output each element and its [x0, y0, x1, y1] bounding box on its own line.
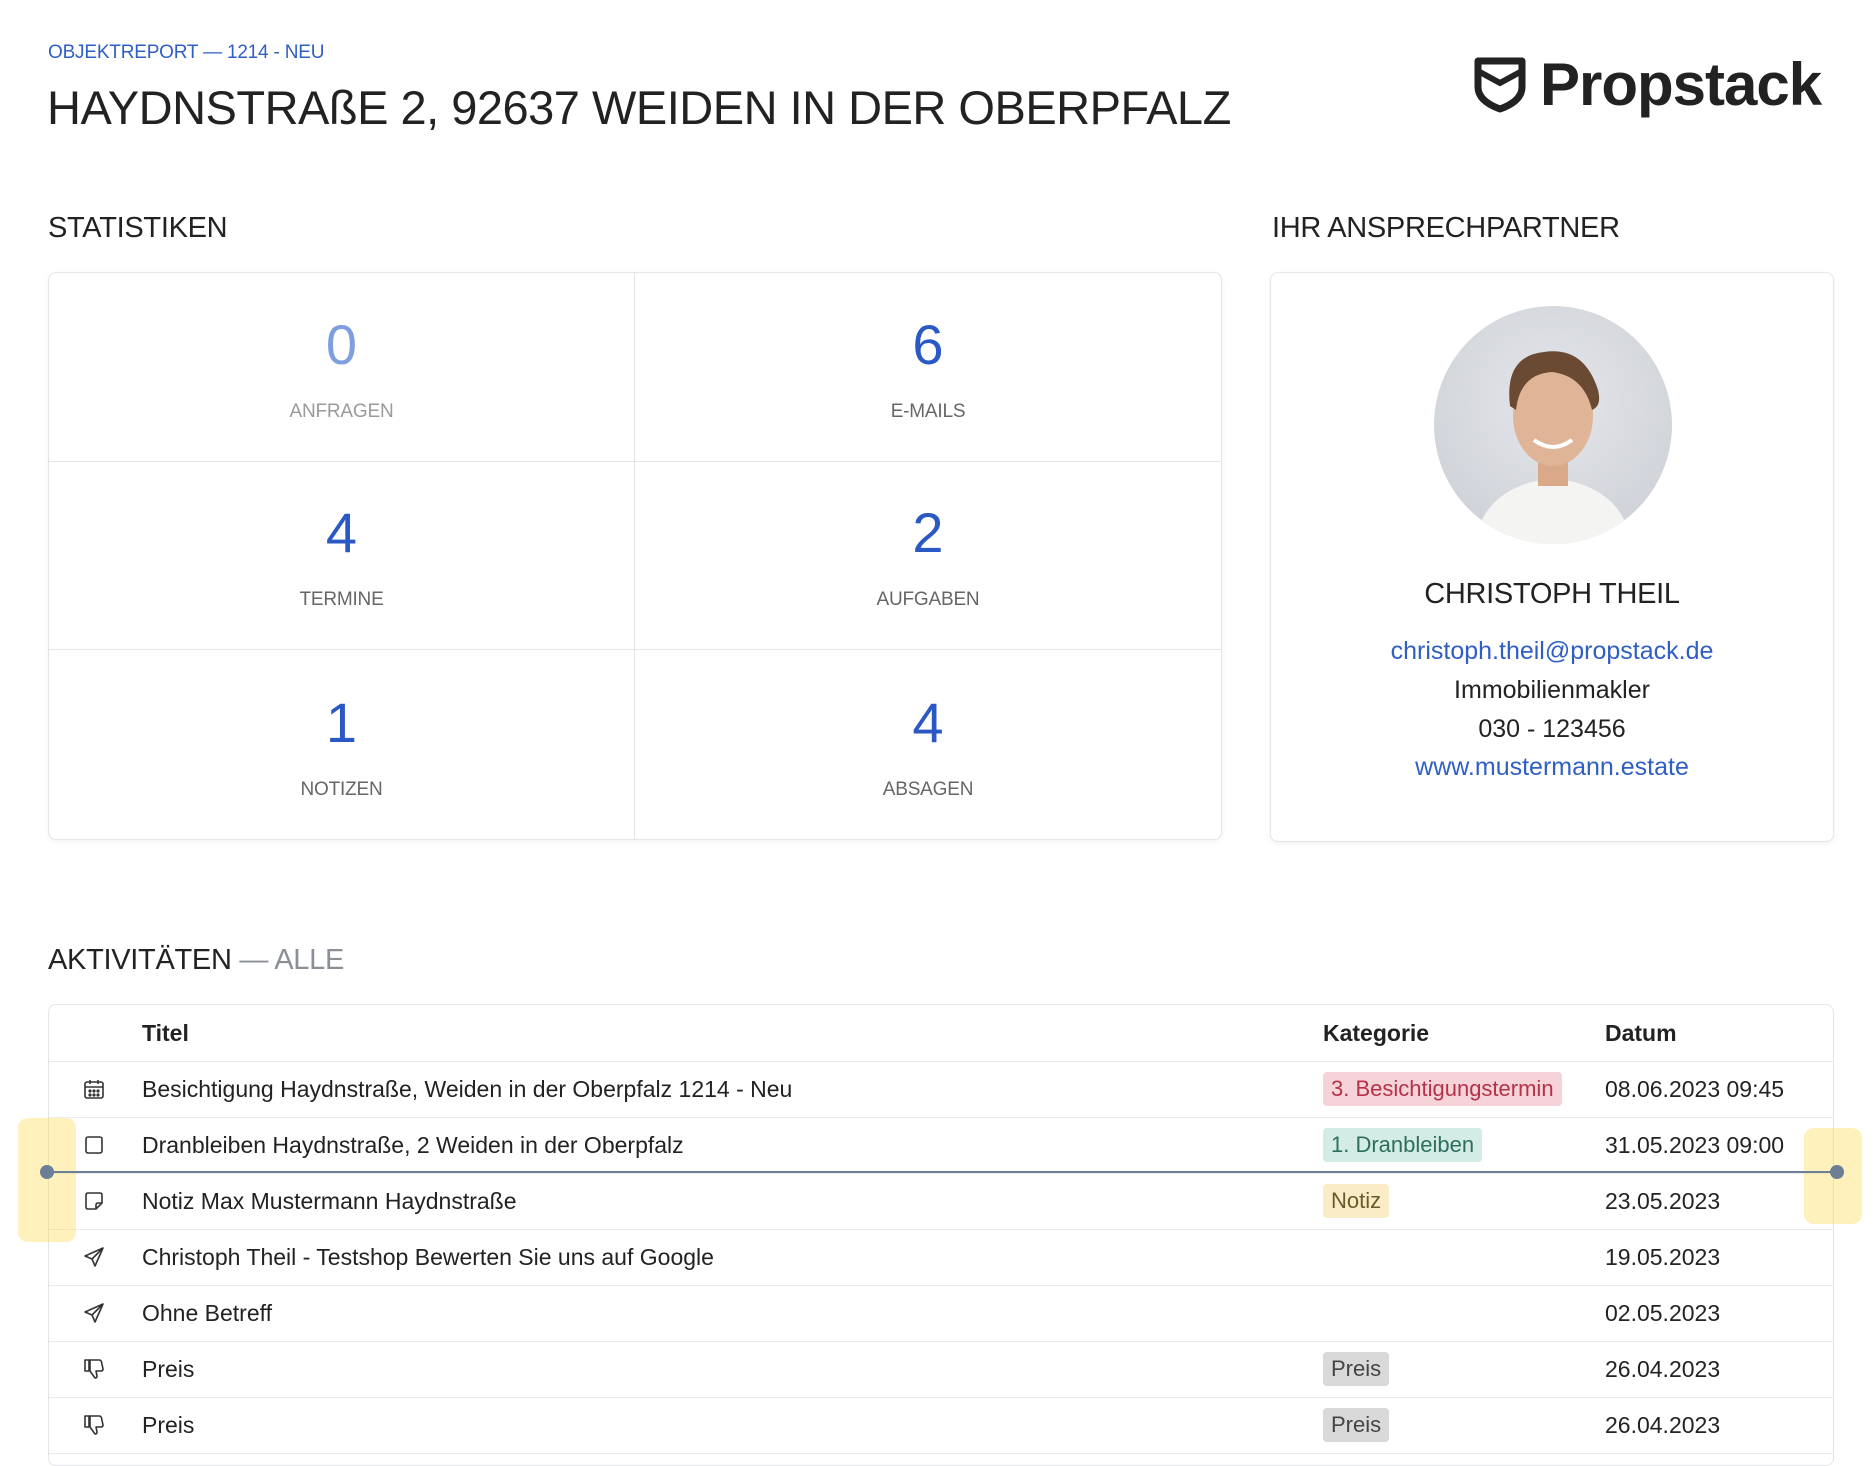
- stats-card: 0 ANFRAGEN 6 E-MAILS 4 TERMINE 2 AUFGABE…: [48, 272, 1222, 840]
- table-row[interactable]: Preis Preis 26.04.2023: [49, 1397, 1833, 1454]
- row-title: Besichtigung Haydnstraße, Weiden in der …: [142, 1075, 793, 1102]
- row-date: 02.05.2023: [1605, 1299, 1721, 1326]
- contact-card: CHRISTOPH THEIL christoph.theil@propstac…: [1270, 272, 1834, 842]
- row-date: 26.04.2023: [1605, 1355, 1721, 1382]
- table-header: Titel Kategorie Datum: [49, 1005, 1833, 1062]
- stat-value: 2: [912, 501, 944, 565]
- stat-value: 4: [325, 501, 358, 565]
- stat-label: AUFGABEN: [876, 589, 980, 611]
- stat-value: 4: [912, 690, 944, 754]
- page-title: HAYDNSTRAßE 2, 92637 WEIDEN IN DER OBERP…: [47, 81, 1231, 134]
- table-row[interactable]: Christoph Theil - Testshop Bewerten Sie …: [49, 1229, 1833, 1286]
- stat-termine: 4 TERMINE: [49, 461, 635, 651]
- drop-indicator-line: [46, 1171, 1832, 1173]
- row-date: 31.05.2023 09:00: [1605, 1131, 1785, 1158]
- column-title: Titel: [142, 1019, 189, 1046]
- drag-handle-highlight-left: [18, 1118, 76, 1242]
- avatar: [1434, 306, 1672, 544]
- stat-absagen: 4 ABSAGEN: [635, 650, 1221, 839]
- category-badge: Preis: [1323, 1408, 1390, 1442]
- table-row[interactable]: Besichtigung Haydnstraße, Weiden in der …: [49, 1061, 1833, 1118]
- stat-aufgaben: 2 AUFGABEN: [635, 462, 1221, 651]
- stat-value: 6: [912, 312, 944, 376]
- stat-value: 0: [325, 312, 358, 376]
- row-title: Ohne Betreff: [142, 1299, 272, 1326]
- activities-heading: AKTIVITÄTEN — ALLE: [48, 944, 344, 977]
- contact-heading: IHR ANSPRECHPARTNER: [1272, 212, 1620, 244]
- stat-label: ABSAGEN: [882, 778, 974, 800]
- send-icon: [77, 1285, 111, 1341]
- stats-heading: STATISTIKEN: [48, 212, 228, 244]
- table-row[interactable]: Preis Preis 26.04.2023: [49, 1341, 1833, 1398]
- propstack-logo: Propstack: [1472, 50, 1822, 119]
- row-date: 23.05.2023: [1605, 1187, 1721, 1214]
- stat-label: E-MAILS: [890, 400, 966, 422]
- contact-email-link[interactable]: christoph.theil@propstack.de: [1271, 637, 1833, 666]
- report-subtitle: OBJEKTREPORT — 1214 - NEU: [48, 42, 325, 63]
- row-date: 26.04.2023: [1605, 1411, 1721, 1438]
- row-category: Preis: [1323, 1397, 1390, 1453]
- column-date: Datum: [1605, 1019, 1677, 1046]
- row-category: Notiz: [1323, 1173, 1390, 1229]
- stat-label: NOTIZEN: [300, 778, 383, 800]
- stat-label: TERMINE: [299, 589, 384, 611]
- table-row[interactable]: Ohne Betreff 02.05.2023: [49, 1285, 1833, 1342]
- stat-notizen: 1 NOTIZEN: [49, 650, 635, 839]
- row-category: 1. Dranbleiben: [1323, 1117, 1483, 1173]
- row-title: Notiz Max Mustermann Haydnstraße: [142, 1187, 517, 1214]
- row-title: Dranbleiben Haydnstraße, 2 Weiden in der…: [142, 1131, 684, 1158]
- person-photo-icon: [1474, 351, 1632, 544]
- stat-emails: 6 E-MAILS: [635, 273, 1221, 462]
- row-date: 08.06.2023 09:45: [1605, 1075, 1785, 1102]
- contact-role: Immobilienmakler: [1454, 676, 1650, 704]
- category-badge: Notiz: [1323, 1184, 1390, 1218]
- row-category: 3. Besichtigungstermin: [1323, 1061, 1562, 1117]
- contact-phone: 030 - 123456: [1478, 715, 1626, 743]
- table-row[interactable]: Notiz Max Mustermann Haydnstraße Notiz 2…: [49, 1173, 1833, 1230]
- row-date: 19.05.2023: [1605, 1243, 1721, 1270]
- category-badge: 1. Dranbleiben: [1323, 1128, 1483, 1162]
- thumbs-down-icon: [77, 1341, 111, 1397]
- checkbox-icon: [77, 1117, 111, 1173]
- column-category: Kategorie: [1323, 1019, 1430, 1046]
- send-icon: [77, 1229, 111, 1285]
- stat-label: ANFRAGEN: [289, 400, 394, 422]
- drop-indicator-handle-right[interactable]: [1830, 1165, 1844, 1179]
- drop-indicator-handle-left[interactable]: [40, 1165, 54, 1179]
- row-title: Preis: [142, 1411, 195, 1438]
- category-badge: 3. Besichtigungstermin: [1323, 1072, 1562, 1106]
- activities-filter[interactable]: — ALLE: [239, 944, 344, 976]
- activities-title: AKTIVITÄTEN: [48, 944, 232, 976]
- contact-website-link[interactable]: www.mustermann.estate: [1271, 753, 1833, 782]
- activities-table: Titel Kategorie Datum Besichtigung Haydn…: [48, 1004, 1834, 1466]
- stat-value: 1: [325, 690, 358, 754]
- calendar-icon: [77, 1061, 111, 1117]
- row-title: Christoph Theil - Testshop Bewerten Sie …: [142, 1243, 714, 1270]
- stat-anfragen: 0 ANFRAGEN: [49, 273, 635, 462]
- table-row[interactable]: Dranbleiben Haydnstraße, 2 Weiden in der…: [49, 1117, 1833, 1174]
- contact-name: CHRISTOPH THEIL: [1424, 578, 1680, 610]
- shield-logo-icon: [1474, 57, 1526, 112]
- logo-text: Propstack: [1540, 51, 1822, 118]
- row-title: Preis: [142, 1355, 195, 1382]
- note-icon: [77, 1173, 111, 1229]
- row-category: Preis: [1323, 1341, 1390, 1397]
- thumbs-down-icon: [77, 1397, 111, 1453]
- category-badge: Preis: [1323, 1352, 1390, 1386]
